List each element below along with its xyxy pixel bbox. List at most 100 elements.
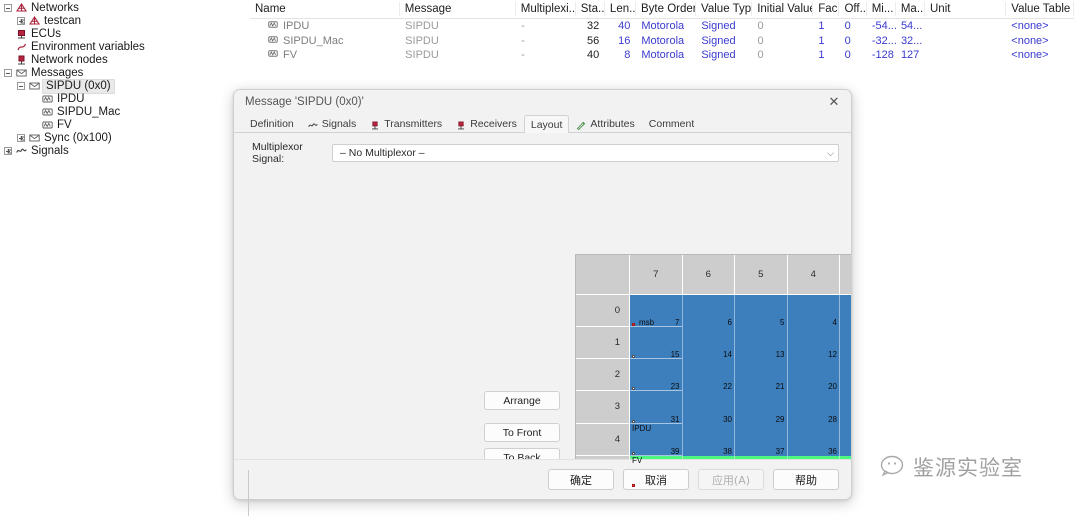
tree-item-testcan[interactable]: testcan — [0, 15, 248, 28]
grid-bit-cell[interactable]: 37 — [735, 424, 788, 456]
multiplexor-select[interactable]: – No Multiplexor – ⌵ — [332, 144, 839, 162]
grid-bit-cell[interactable]: 14 — [683, 327, 736, 359]
tab-comment[interactable]: Comment — [642, 115, 702, 132]
close-icon[interactable]: ✕ — [823, 93, 845, 111]
table-column-header[interactable]: Ma... — [896, 2, 925, 16]
grid-bit-cell[interactable]: 15 — [630, 327, 683, 359]
tree-item-ipdu[interactable]: IPDU — [0, 93, 248, 106]
grid-bit-cell[interactable]: 13 — [735, 327, 788, 359]
grid-row-cells[interactable]: 7msb6543210 — [630, 295, 852, 327]
table-row[interactable]: SIPDU_MacSIPDU-5616MotorolaSigned010-32.… — [250, 34, 1074, 49]
tree-item-signals[interactable]: Signals — [0, 145, 248, 158]
footer-button-3[interactable]: 帮助 — [773, 469, 839, 490]
table-column-header[interactable]: Sta... — [576, 2, 605, 16]
grid-row-cells[interactable]: 3130292827262524 — [630, 391, 852, 423]
bit-handle-marker[interactable] — [632, 484, 635, 487]
tree-toggle-icon[interactable] — [4, 4, 13, 13]
arrange-button[interactable]: Arrange — [484, 391, 560, 410]
grid-row[interactable]: 115141312111098 — [576, 327, 852, 359]
dialog-footer[interactable]: 确定取消应用(A)帮助 — [234, 459, 851, 499]
tab-definition[interactable]: Definition — [243, 115, 301, 132]
table-column-header[interactable]: Fac... — [813, 2, 839, 16]
grid-bit-cell[interactable]: 11 — [840, 327, 852, 359]
tree-item-networks[interactable]: Networks — [0, 2, 248, 15]
footer-button-1[interactable]: 取消 — [623, 469, 689, 490]
tree-toggle-icon[interactable] — [17, 82, 26, 91]
grid-bit-cell[interactable]: 30 — [683, 391, 736, 423]
tree-item-environment-variables[interactable]: Environment variables — [0, 41, 248, 54]
grid-bit-cell[interactable]: 20 — [788, 359, 841, 391]
footer-button-0[interactable]: 确定 — [548, 469, 614, 490]
tree-item-sipdu-mac[interactable]: SIPDU_Mac — [0, 106, 248, 119]
bit-handle-marker[interactable] — [632, 452, 635, 455]
tab-signals[interactable]: Signals — [301, 115, 363, 132]
grid-bit-cell[interactable]: 7msb — [630, 295, 683, 327]
project-tree[interactable]: NetworkstestcanECUsEnvironment variables… — [0, 0, 248, 516]
tab-attributes[interactable]: Attributes — [569, 115, 641, 132]
message-dialog[interactable]: Message 'SIPDU (0x0)' ✕ DefinitionSignal… — [233, 89, 852, 500]
tree-toggle-icon[interactable] — [4, 147, 13, 156]
table-column-header[interactable]: Message — [400, 2, 516, 16]
grid-row[interactable]: 07msb6543210 — [576, 295, 852, 327]
to-front-button[interactable]: To Front — [484, 423, 560, 442]
table-column-header[interactable]: Value Table — [1006, 2, 1074, 16]
table-body[interactable]: IPDUSIPDU-3240MotorolaSigned010-54...54.… — [250, 19, 1074, 63]
signal-table[interactable]: NameMessageMultiplexi...Sta...Len...Byte… — [250, 0, 1074, 62]
table-column-header[interactable]: Mi... — [867, 2, 896, 16]
tree-toggle-icon[interactable] — [17, 17, 26, 26]
grid-bit-cell[interactable]: 31 — [630, 391, 683, 423]
bit-handle-marker[interactable] — [632, 420, 635, 423]
grid-bit-cell[interactable]: 29 — [735, 391, 788, 423]
tab-transmitters[interactable]: Transmitters — [363, 115, 449, 132]
grid-bit-cell[interactable]: 12 — [788, 327, 841, 359]
tree-item-sipdu-0x0[interactable]: SIPDU (0x0) — [0, 80, 248, 93]
tree-item-sync-0x100[interactable]: Sync (0x100) — [0, 132, 248, 145]
bit-handle-marker[interactable] — [632, 355, 635, 358]
grid-bit-cell[interactable]: 36 — [788, 424, 841, 456]
grid-bit-cell[interactable]: 23 — [630, 359, 683, 391]
bit-handle-marker[interactable] — [632, 387, 635, 390]
table-column-header[interactable]: Byte Order — [636, 2, 696, 16]
tab-layout[interactable]: Layout — [524, 115, 570, 133]
tree-item-messages[interactable]: Messages — [0, 67, 248, 80]
table-column-header[interactable]: Value Type — [696, 2, 752, 16]
tree-item-fv[interactable]: FV — [0, 119, 248, 132]
grid-bit-cell[interactable]: 4 — [788, 295, 841, 327]
grid-row[interactable]: 33130292827262524 — [576, 391, 852, 423]
grid-bit-cell[interactable]: 35 — [840, 424, 852, 456]
grid-row[interactable]: 439IPDU383736353433lsb32 — [576, 424, 852, 456]
table-column-header[interactable]: Unit — [925, 2, 1006, 16]
grid-bit-cell[interactable]: 22 — [683, 359, 736, 391]
tree-toggle-icon[interactable] — [4, 69, 13, 78]
grid-bit-cell[interactable]: 28 — [788, 391, 841, 423]
table-cell-byte_order: Motorola — [636, 48, 696, 62]
table-column-header[interactable]: Initial Value — [752, 2, 813, 16]
grid-bit-cell[interactable]: 6 — [683, 295, 736, 327]
grid-bit-cell[interactable]: 21 — [735, 359, 788, 391]
table-row[interactable]: FVSIPDU-408MotorolaSigned010-128127<none… — [250, 48, 1074, 63]
table-column-header[interactable]: Multiplexi... — [516, 2, 576, 16]
grid-row[interactable]: 22322212019181716 — [576, 359, 852, 391]
table-cell-value_table: <none> — [1006, 48, 1074, 62]
chevron-down-icon: ⌵ — [827, 148, 834, 159]
table-column-header[interactable]: Off... — [839, 2, 866, 16]
grid-bit-cell[interactable]: 27 — [840, 391, 852, 423]
table-column-header[interactable]: Len... — [605, 2, 636, 16]
dialog-tab-bar[interactable]: DefinitionSignalsTransmittersReceiversLa… — [234, 114, 851, 133]
table-column-header[interactable]: Name — [250, 2, 400, 16]
bit-handle-marker[interactable] — [632, 323, 635, 326]
grid-row-cells[interactable]: 39IPDU383736353433lsb32 — [630, 424, 852, 456]
ecu-icon — [15, 29, 28, 40]
grid-bit-cell[interactable]: 19 — [840, 359, 852, 391]
tree-item-ecus[interactable]: ECUs — [0, 28, 248, 41]
grid-bit-cell[interactable]: 5 — [735, 295, 788, 327]
tab-receivers[interactable]: Receivers — [449, 115, 524, 132]
grid-row-cells[interactable]: 2322212019181716 — [630, 359, 852, 391]
tree-item-network-nodes[interactable]: Network nodes — [0, 54, 248, 67]
grid-row-cells[interactable]: 15141312111098 — [630, 327, 852, 359]
table-row[interactable]: IPDUSIPDU-3240MotorolaSigned010-54...54.… — [250, 19, 1074, 34]
grid-bit-cell[interactable]: 39IPDU — [630, 424, 683, 456]
grid-bit-cell[interactable]: 38 — [683, 424, 736, 456]
grid-bit-cell[interactable]: 3 — [840, 295, 852, 327]
tree-toggle-icon[interactable] — [17, 134, 26, 143]
